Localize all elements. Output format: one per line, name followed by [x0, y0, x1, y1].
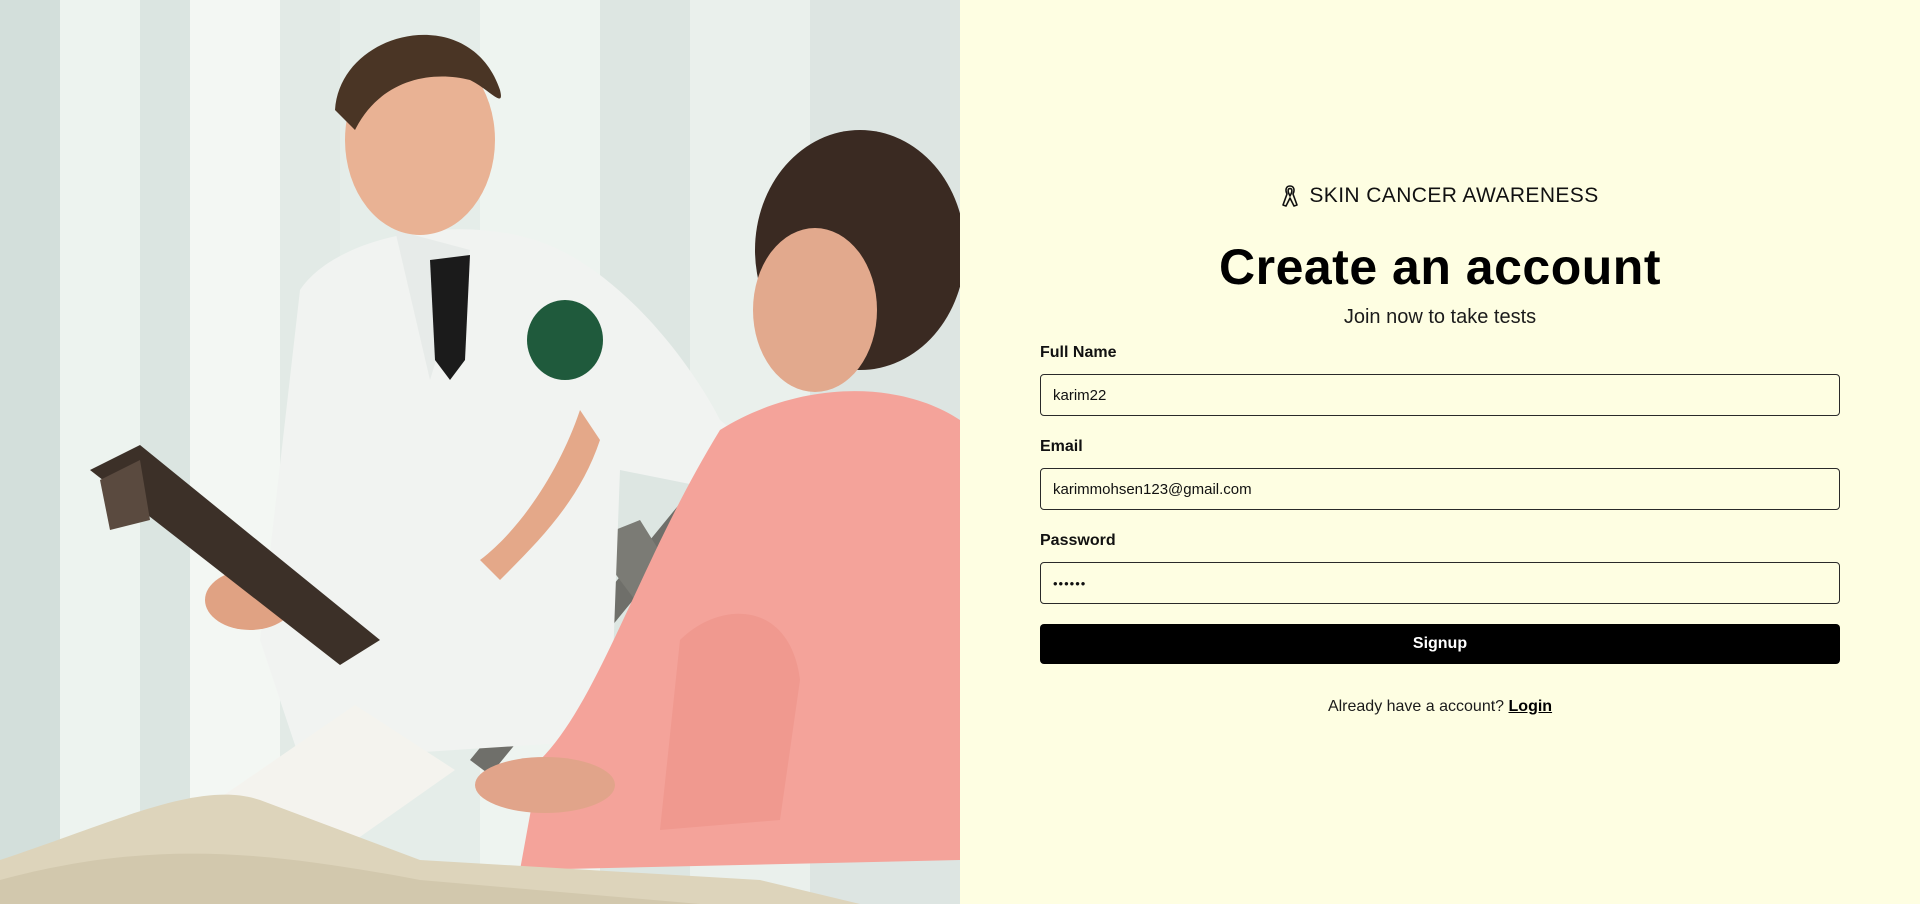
awareness-ribbon-icon — [1281, 184, 1299, 208]
hero-photo — [0, 0, 960, 904]
email-field: Email — [1040, 438, 1840, 510]
signup-button[interactable]: Signup — [1040, 624, 1840, 664]
password-input[interactable] — [1040, 562, 1840, 604]
page-subtitle: Join now to take tests — [1343, 306, 1537, 328]
password-field: Password — [1040, 532, 1840, 604]
full-name-field: Full Name — [1040, 344, 1840, 416]
login-link[interactable]: Login — [1509, 698, 1553, 715]
brand-name: SKIN CANCER AWARENESS — [1309, 184, 1599, 207]
login-prompt-text: Already have a account? — [1327, 698, 1505, 715]
full-name-input[interactable] — [1040, 374, 1840, 416]
brand: SKIN CANCER AWARENESS — [960, 184, 1920, 208]
email-label: Email — [1040, 438, 1083, 455]
login-prompt: Already have a account? Login — [960, 698, 1920, 716]
email-input[interactable] — [1040, 468, 1840, 510]
password-label: Password — [1040, 532, 1116, 549]
doctor-patient-illustration — [0, 0, 960, 904]
page-title: Create an account — [1219, 239, 1661, 295]
signup-panel: SKIN CANCER AWARENESS Create an account … — [960, 0, 1920, 904]
signup-form: Full Name Email Password Signup — [1040, 344, 1840, 664]
full-name-label: Full Name — [1040, 344, 1117, 361]
